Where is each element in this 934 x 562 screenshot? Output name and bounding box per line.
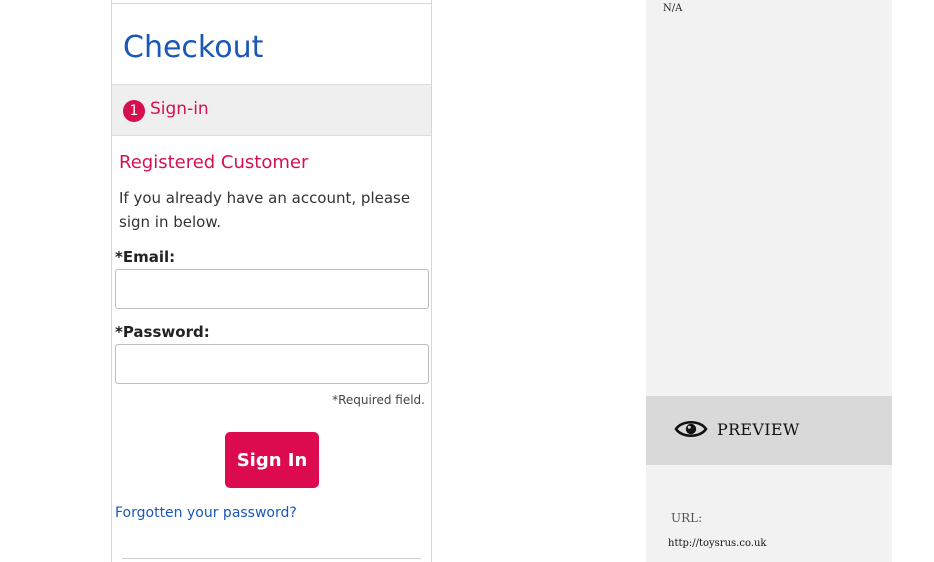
- details-panel: N/A PREVIEW URL: http://toysrus.co.uk: [646, 0, 892, 562]
- bottom-divider: [122, 558, 421, 559]
- required-field-note: *Required field.: [332, 393, 425, 407]
- step-header-sign-in[interactable]: 1 Sign-in: [112, 84, 431, 136]
- page-title: Checkout: [123, 30, 264, 65]
- url-label: URL:: [671, 511, 703, 525]
- preview-button[interactable]: PREVIEW: [646, 396, 892, 465]
- section-title: Registered Customer: [119, 152, 309, 173]
- eye-icon: [674, 418, 708, 444]
- step-label: Sign-in: [150, 99, 209, 119]
- step-number-badge: 1: [123, 100, 145, 122]
- url-value: http://toysrus.co.uk: [668, 538, 767, 549]
- na-text: N/A: [663, 3, 683, 14]
- forgot-password-link[interactable]: Forgotten your password?: [115, 505, 297, 521]
- email-field[interactable]: [115, 269, 429, 309]
- email-label: *Email:: [115, 248, 176, 266]
- preview-label: PREVIEW: [717, 420, 800, 439]
- password-label: *Password:: [115, 323, 210, 341]
- top-divider: [112, 3, 431, 4]
- sign-in-button[interactable]: Sign In: [225, 432, 319, 488]
- checkout-page-preview: Checkout 1 Sign-in Registered Customer I…: [111, 0, 432, 562]
- password-field[interactable]: [115, 344, 429, 384]
- intro-text: If you already have an account, please s…: [119, 189, 411, 231]
